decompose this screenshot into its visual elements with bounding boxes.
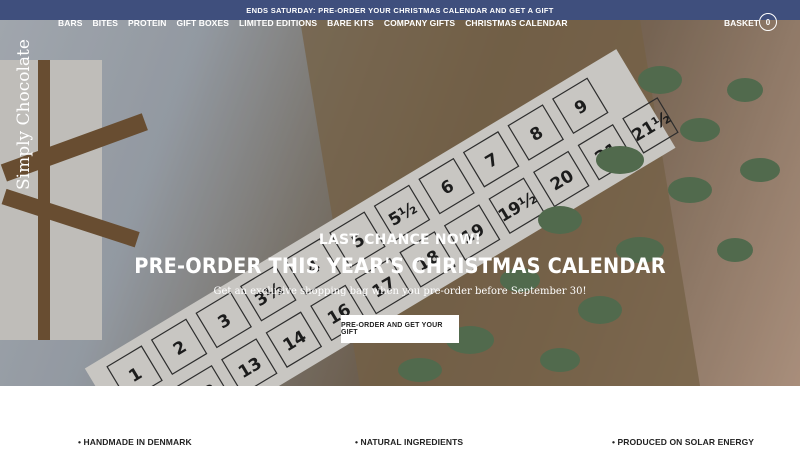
hero-subtitle: Get an exclusive shopping bag when you p…	[213, 286, 587, 297]
main-nav: BARS BITES PROTEIN GIFT BOXES LIMITED ED…	[58, 18, 578, 28]
nav-item-protein[interactable]: PROTEIN	[128, 18, 166, 28]
preorder-button[interactable]: PRE-ORDER AND GET YOUR GIFT	[341, 315, 459, 343]
nav-item-bare-kits[interactable]: BARE KITS	[327, 18, 374, 28]
nav-item-bites[interactable]: BITES	[93, 18, 119, 28]
nav-item-christmas-calendar[interactable]: CHRISTMAS CALENDAR	[465, 18, 567, 28]
announcement-text: ENDS SATURDAY: PRE-ORDER YOUR CHRISTMAS …	[246, 5, 554, 15]
hero-title: PRE-ORDER THIS YEAR'S CHRISTMAS CALENDAR	[134, 254, 666, 278]
nav-item-gift-boxes[interactable]: GIFT BOXES	[177, 18, 229, 28]
announcement-bar[interactable]: ENDS SATURDAY: PRE-ORDER YOUR CHRISTMAS …	[0, 0, 800, 20]
usp-natural-ingredients: • NATURAL INGREDIENTS	[355, 437, 464, 447]
nav-item-bars[interactable]: BARS	[58, 18, 83, 28]
hero-kicker: LAST CHANCE NOW!	[318, 232, 482, 248]
nav-item-company-gifts[interactable]: COMPANY GIFTS	[384, 18, 455, 28]
basket-count-badge[interactable]: 0	[759, 13, 777, 31]
usp-solar-energy: • PRODUCED ON SOLAR ENERGY	[612, 437, 755, 447]
brand-logo[interactable]: Simply Chocolate	[14, 39, 34, 190]
usp-handmade: • HANDMADE IN DENMARK	[78, 437, 192, 447]
nav-item-limited-editions[interactable]: LIMITED EDITIONS	[239, 18, 317, 28]
basket-link[interactable]: BASKET	[724, 18, 759, 28]
